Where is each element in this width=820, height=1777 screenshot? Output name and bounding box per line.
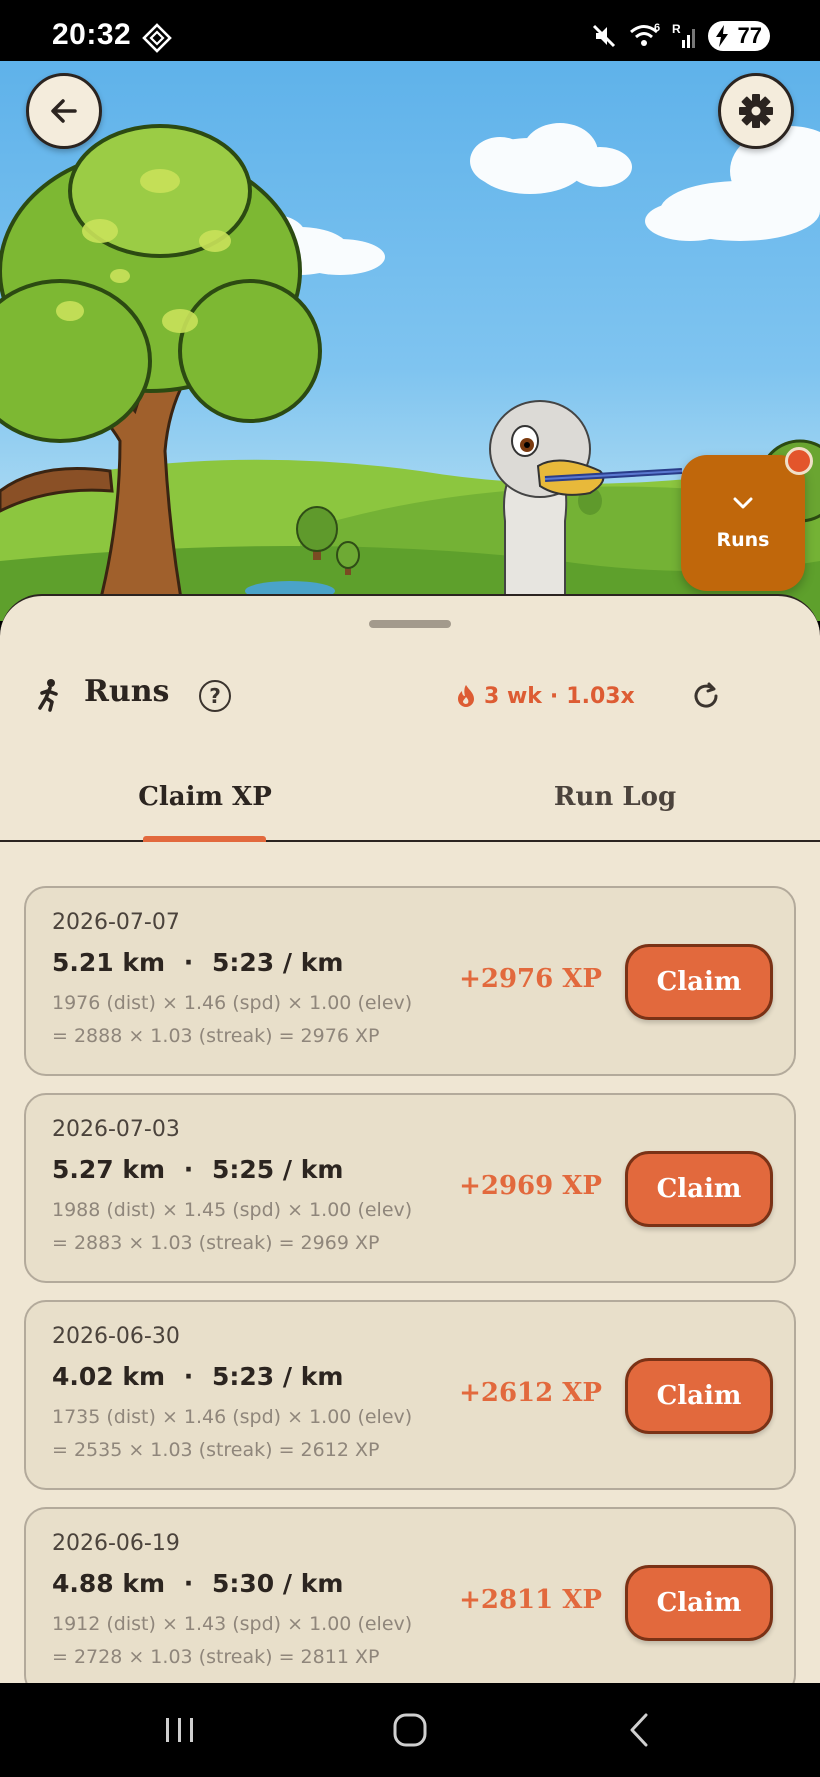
runs-bottom-sheet: Runs ? 3 wk · 1.03x Claim XP Run Log 202… [0, 594, 820, 1683]
page-title: Runs [84, 674, 170, 709]
run-date: 2026-07-03 [52, 1117, 180, 1142]
run-summary: 4.88 km · 5:30 / km [52, 1569, 343, 1598]
run-summary: 5.27 km · 5:25 / km [52, 1155, 343, 1184]
streak-multiplier: 1.03x [566, 683, 635, 709]
run-date: 2026-07-07 [52, 910, 180, 935]
back-button[interactable] [26, 73, 102, 149]
run-card: 2026-06-19 4.88 km · 5:30 / km 1912 (dis… [24, 1507, 796, 1683]
run-summary: 4.02 km · 5:23 / km [52, 1362, 343, 1391]
recent-apps-icon[interactable] [162, 1710, 198, 1750]
run-distance: 4.88 km [52, 1569, 166, 1598]
run-pace: 5:23 / km [212, 948, 344, 977]
mute-icon [592, 24, 616, 48]
settings-button[interactable] [718, 73, 794, 149]
run-summary: 5.21 km · 5:23 / km [52, 948, 343, 977]
game-scene: Runs [0, 61, 820, 621]
runner-icon [38, 679, 58, 712]
run-card: 2026-07-03 5.27 km · 5:25 / km 1988 (dis… [24, 1093, 796, 1283]
run-separator: · [183, 948, 194, 977]
status-time: 20:32 [52, 18, 132, 51]
run-distance: 4.02 km [52, 1362, 166, 1391]
xp-formula-line1: 1988 (dist) × 1.45 (spd) × 1.00 (elev) [52, 1199, 413, 1221]
run-pace: 5:25 / km [212, 1155, 344, 1184]
active-tab-indicator [143, 836, 266, 842]
refresh-icon[interactable] [690, 680, 722, 712]
xp-formula-line2: = 2883 × 1.03 (streak) = 2969 XP [52, 1232, 380, 1254]
xp-formula-line2: = 2888 × 1.03 (streak) = 2976 XP [52, 1025, 380, 1047]
xp-formula-line1: 1912 (dist) × 1.43 (spd) × 1.00 (elev) [52, 1613, 413, 1635]
gear-icon [739, 94, 773, 128]
run-pace: 5:30 / km [212, 1569, 344, 1598]
system-nav-bar [0, 1683, 820, 1777]
xp-reward: +2969 XP [459, 1171, 602, 1201]
chevron-down-icon [733, 497, 753, 509]
run-card: 2026-07-07 5.21 km · 5:23 / km 1976 (dis… [24, 886, 796, 1076]
svg-text:6: 6 [654, 22, 660, 34]
help-icon[interactable]: ? [199, 680, 231, 712]
wifi-icon: 6 [630, 22, 660, 46]
run-separator: · [183, 1569, 194, 1598]
run-date: 2026-06-19 [52, 1531, 180, 1556]
battery-indicator: 77 [708, 21, 770, 51]
tab-bar: Claim XP Run Log [0, 756, 820, 842]
xp-formula-line2: = 2535 × 1.03 (streak) = 2612 XP [52, 1439, 380, 1461]
flame-icon [458, 685, 474, 707]
charging-bolt-icon [716, 25, 728, 47]
runs-fab-button[interactable]: Runs [681, 447, 813, 591]
xp-formula-line2: = 2728 × 1.03 (streak) = 2811 XP [52, 1646, 380, 1668]
claim-button[interactable]: Claim [625, 1358, 773, 1434]
xp-reward: +2612 XP [459, 1378, 602, 1408]
xp-formula-line1: 1976 (dist) × 1.46 (spd) × 1.00 (elev) [52, 992, 413, 1014]
claim-button[interactable]: Claim [625, 944, 773, 1020]
claim-button[interactable]: Claim [625, 1151, 773, 1227]
run-distance: 5.21 km [52, 948, 166, 977]
xp-formula-line1: 1735 (dist) × 1.46 (spd) × 1.00 (elev) [52, 1406, 413, 1428]
diamond-notification-icon [142, 23, 172, 53]
run-distance: 5.27 km [52, 1155, 166, 1184]
battery-level: 77 [737, 23, 762, 48]
cell-signal-icon: R [672, 22, 695, 48]
run-separator: · [183, 1362, 194, 1391]
runs-fab-label: Runs [716, 529, 770, 551]
back-nav-icon[interactable] [624, 1710, 654, 1750]
streak-weeks: 3 wk [484, 683, 542, 709]
run-separator: · [183, 1155, 194, 1184]
run-card: 2026-06-30 4.02 km · 5:23 / km 1735 (dis… [24, 1300, 796, 1490]
home-icon[interactable] [390, 1710, 430, 1750]
tab-claim-xp[interactable]: Claim XP [100, 754, 310, 840]
svg-text:R: R [672, 22, 681, 36]
tab-run-log[interactable]: Run Log [510, 754, 720, 840]
xp-reward: +2811 XP [459, 1585, 602, 1615]
claim-button[interactable]: Claim [625, 1565, 773, 1641]
status-icons: 6 R 77 [590, 21, 770, 51]
streak-indicator: 3 wk · 1.03x [456, 680, 635, 712]
sheet-header: Runs ? 3 wk · 1.03x [0, 596, 820, 736]
arrow-left-icon [51, 99, 77, 123]
notification-dot [785, 447, 813, 475]
streak-separator: · [549, 683, 559, 709]
run-pace: 5:23 / km [212, 1362, 344, 1391]
xp-reward: +2976 XP [459, 964, 602, 994]
status-bar: 20:32 6 R 77 [0, 0, 820, 61]
run-date: 2026-06-30 [52, 1324, 180, 1349]
